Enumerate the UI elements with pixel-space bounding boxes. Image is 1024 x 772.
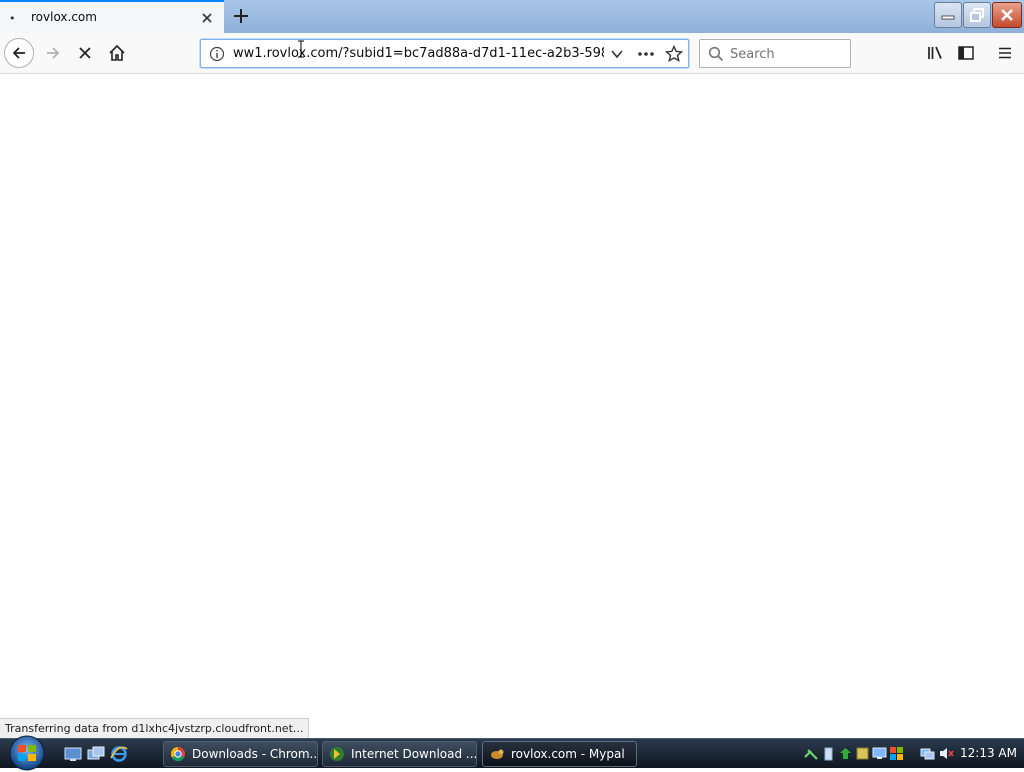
mypal-icon [491, 749, 504, 759]
taskbar-button-label: Internet Download ... [351, 747, 477, 761]
tray-download-icon[interactable] [838, 746, 853, 761]
start-button-icon[interactable] [5, 734, 49, 772]
navigation-toolbar: ww1.rovlox.com/?subid1=bc7ad88a-d7d1-11e… [0, 33, 1024, 74]
tab-loading-indicator: • [9, 12, 16, 25]
new-tab-icon[interactable] [229, 4, 253, 28]
page-actions-icon[interactable] [636, 45, 656, 63]
tab-strip: • rovlox.com [0, 0, 1024, 33]
tab-close-icon[interactable] [199, 10, 215, 26]
text-cursor-icon [298, 40, 304, 58]
bookmark-star-icon[interactable] [665, 45, 683, 63]
close-window-button[interactable] [992, 2, 1022, 28]
switch-windows-icon[interactable] [87, 745, 105, 763]
minimize-icon [941, 15, 955, 20]
restore-icon [970, 8, 984, 22]
chrome-icon [170, 746, 185, 762]
site-info-icon[interactable] [209, 46, 225, 62]
tab-title: rovlox.com [31, 10, 97, 24]
tray-flag-icon[interactable] [889, 746, 904, 761]
restore-button[interactable] [963, 2, 991, 28]
sidebar-icon [958, 46, 974, 60]
tray-battery-icon[interactable] [821, 746, 836, 761]
tab-active[interactable]: • rovlox.com [0, 0, 224, 33]
taskbar-button-label: rovlox.com - Mypal [511, 747, 625, 761]
stop-icon [79, 47, 91, 59]
show-desktop-icon[interactable] [64, 745, 82, 763]
close-window-icon [1001, 9, 1013, 21]
tray-volume-muted-icon[interactable] [939, 746, 954, 761]
minimize-button[interactable] [934, 2, 962, 28]
hamburger-menu-icon [999, 47, 1011, 59]
windows-taskbar: Downloads - Chrom... Internet Download .… [0, 735, 1024, 771]
internet-explorer-icon[interactable] [110, 745, 128, 763]
url-bar[interactable]: ww1.rovlox.com/?subid1=bc7ad88a-d7d1-11e… [200, 39, 689, 68]
search-input[interactable] [730, 45, 845, 63]
window-controls [934, 2, 1022, 30]
search-icon [708, 46, 724, 62]
tray-network-arrows-icon[interactable] [804, 746, 819, 761]
taskbar-clock[interactable]: 12:13 AM [960, 746, 1017, 760]
tray-app-icon[interactable] [855, 746, 870, 761]
taskbar-button-chrome[interactable]: Downloads - Chrom... [163, 741, 318, 767]
forward-button[interactable] [38, 38, 68, 68]
back-arrow-icon [12, 47, 25, 59]
library-button[interactable] [920, 38, 950, 68]
search-box[interactable] [699, 39, 851, 68]
taskbar-button-label: Downloads - Chrom... [192, 747, 318, 761]
back-button[interactable] [4, 38, 34, 68]
tray-monitor-icon[interactable] [872, 746, 887, 761]
url-text[interactable]: ww1.rovlox.com/?subid1=bc7ad88a-d7d1-11e… [233, 46, 604, 61]
taskbar-button-mypal[interactable]: rovlox.com - Mypal [482, 741, 637, 767]
url-history-dropdown-icon[interactable] [609, 46, 625, 62]
forward-arrow-icon [47, 47, 60, 59]
tray-network-icon[interactable] [920, 746, 935, 761]
stop-button[interactable] [70, 38, 100, 68]
page-content [0, 75, 1024, 738]
taskbar-button-idm[interactable]: Internet Download ... [322, 741, 477, 767]
home-icon [109, 44, 125, 61]
library-icon [928, 46, 942, 59]
sidebar-button[interactable] [951, 38, 981, 68]
idm-icon [330, 747, 344, 761]
menu-button[interactable] [990, 38, 1020, 68]
home-button[interactable] [102, 38, 132, 68]
